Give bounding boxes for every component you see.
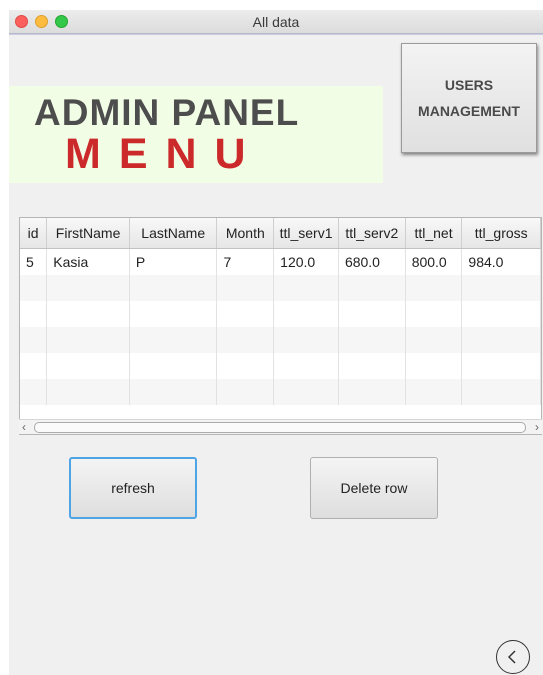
admin-banner: ADMIN PANEL MENU (9, 86, 383, 183)
column-header-ttl-serv1[interactable]: ttl_serv1 (273, 218, 339, 249)
column-header-month[interactable]: Month (216, 218, 275, 249)
back-arrow-glyph (507, 650, 516, 664)
users-management-button[interactable]: USERS MANAGEMENT (401, 43, 537, 153)
banner-subtitle: MENU (65, 130, 264, 178)
table-cell[interactable]: 984.0 (461, 248, 541, 275)
column-header-ttl-serv2[interactable]: ttl_serv2 (338, 218, 406, 249)
column-header-ttl-gross[interactable]: ttl_gross (461, 218, 541, 249)
column-header-lastname[interactable]: LastName (129, 218, 218, 249)
title-bar: All data (9, 10, 543, 35)
horizontal-scrollbar[interactable]: ‹ › (19, 419, 542, 434)
table-row[interactable]: 5 Kasia P 7 120.0 680.0 800.0 984.0 (20, 248, 541, 275)
empty-table-row (20, 301, 541, 327)
column-header-id[interactable]: id (20, 218, 48, 249)
table-cell[interactable]: 5 (20, 248, 48, 275)
table-cell[interactable]: 120.0 (273, 248, 339, 275)
chevron-right-icon[interactable]: › (535, 420, 539, 434)
table-cell[interactable]: 7 (216, 248, 275, 275)
empty-table-row (20, 275, 541, 301)
empty-table-row (20, 379, 541, 405)
refresh-button[interactable]: refresh (69, 457, 197, 519)
users-management-label-line2: MANAGEMENT (418, 103, 520, 119)
table-cell[interactable]: Kasia (46, 248, 130, 275)
users-management-label-line1: USERS (444, 77, 494, 93)
chevron-left-icon[interactable]: ‹ (22, 420, 26, 434)
column-header-ttl-net[interactable]: ttl_net (405, 218, 463, 249)
back-arrow-icon[interactable] (496, 640, 530, 674)
empty-table-row (20, 327, 541, 353)
delete-row-button[interactable]: Delete row (310, 457, 438, 519)
empty-table-row (20, 353, 541, 379)
window-title: All data (252, 14, 300, 30)
table-cell[interactable]: 680.0 (338, 248, 406, 275)
app-window: All data ADMIN PANEL MENU USERS MANAGEME… (9, 10, 543, 675)
column-header-firstname[interactable]: FirstName (46, 218, 130, 249)
table-cell[interactable]: P (129, 248, 218, 275)
scrollbar-thumb[interactable] (34, 422, 526, 433)
data-table[interactable]: id FirstName LastName Month ttl_serv1 tt… (19, 217, 542, 435)
banner-title: ADMIN PANEL (34, 92, 300, 133)
table-cell[interactable]: 800.0 (405, 248, 463, 275)
